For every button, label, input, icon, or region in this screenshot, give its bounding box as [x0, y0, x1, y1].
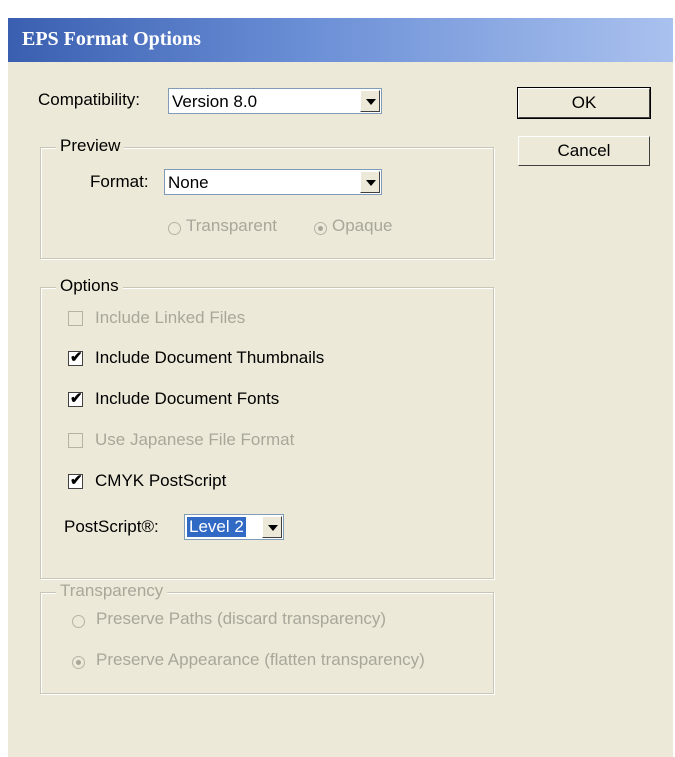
opaque-radio[interactable] [314, 222, 327, 235]
use-japanese-file-format-checkbox[interactable] [68, 433, 83, 448]
preview-legend: Preview [56, 136, 125, 156]
checkmark-icon: ✔ [70, 349, 83, 366]
include-document-fonts-checkbox[interactable]: ✔ [68, 390, 83, 407]
include-document-thumbnails-checkbox[interactable]: ✔ [68, 349, 83, 366]
ok-button[interactable]: OK [517, 87, 651, 119]
title-bar[interactable]: EPS Format Options [8, 18, 673, 62]
chevron-down-icon[interactable] [360, 171, 380, 193]
eps-format-options-dialog: EPS Format Options Compatibility: Versio… [8, 18, 673, 757]
chevron-down-icon[interactable] [262, 516, 282, 538]
radio-dot-icon [318, 226, 323, 231]
format-label: Format: [90, 172, 149, 191]
postscript-level-value: Level 2 [187, 517, 246, 537]
include-document-thumbnails-label: Include Document Thumbnails [95, 348, 325, 367]
use-japanese-file-format-label: Use Japanese File Format [95, 430, 295, 449]
cmyk-postscript-label: CMYK PostScript [95, 471, 227, 490]
dialog-title: EPS Format Options [22, 28, 201, 50]
cancel-button[interactable]: Cancel [518, 136, 650, 166]
include-linked-files-checkbox[interactable] [68, 311, 83, 326]
postscript-level-select[interactable]: Level 2 [184, 514, 284, 540]
postscript-level-label: PostScript®: [64, 517, 159, 536]
preview-group [40, 147, 494, 259]
opaque-radio-label: Opaque [332, 216, 393, 235]
preserve-paths-radio[interactable] [72, 615, 85, 628]
radio-dot-icon [76, 660, 81, 665]
compatibility-select[interactable]: Version 8.0 [168, 88, 382, 114]
checkmark-icon: ✔ [70, 472, 83, 489]
transparency-legend: Transparency [56, 581, 168, 601]
preserve-appearance-radio[interactable] [72, 656, 85, 669]
transparent-radio[interactable] [168, 222, 181, 235]
preserve-appearance-label: Preserve Appearance (flatten transparenc… [96, 650, 425, 669]
transparency-group [40, 592, 494, 694]
preserve-paths-label: Preserve Paths (discard transparency) [96, 609, 387, 628]
chevron-down-icon[interactable] [360, 90, 380, 112]
format-select[interactable]: None [164, 169, 382, 195]
checkmark-icon: ✔ [70, 390, 83, 407]
options-legend: Options [56, 276, 123, 296]
include-linked-files-label: Include Linked Files [95, 308, 246, 327]
transparent-radio-label: Transparent [186, 216, 278, 235]
compatibility-value: Version 8.0 [172, 92, 258, 111]
cmyk-postscript-checkbox[interactable]: ✔ [68, 472, 83, 489]
compatibility-label: Compatibility: [38, 90, 141, 109]
format-value: None [168, 173, 209, 192]
include-document-fonts-label: Include Document Fonts [95, 389, 280, 408]
